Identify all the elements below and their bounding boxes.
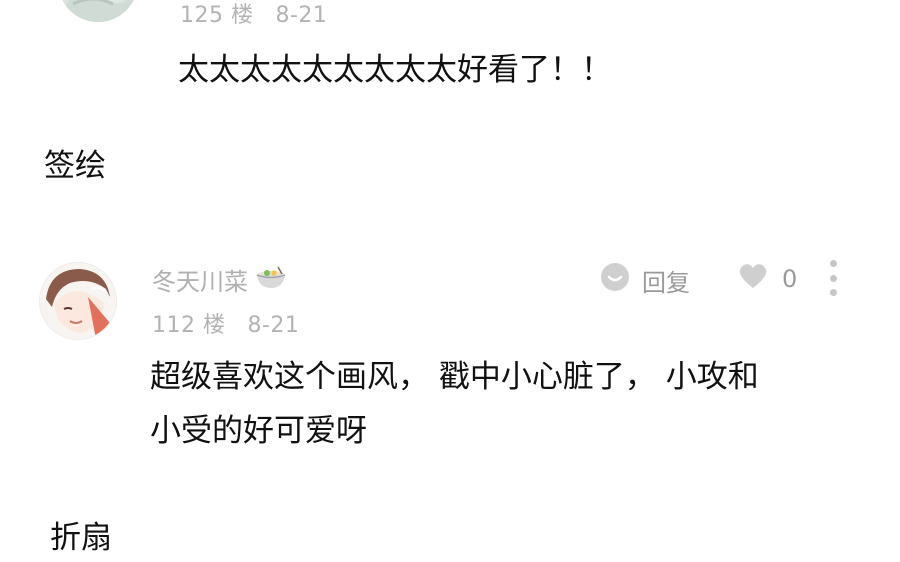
reply-button[interactable]: 回复	[600, 262, 690, 298]
comment-text: 太太太太太太太太太好看了！！	[178, 43, 612, 97]
comment-meta: 112 楼 8-21	[152, 307, 299, 339]
avatar-illustration	[40, 263, 116, 339]
comment-avatar[interactable]	[40, 263, 116, 339]
comment-avatar[interactable]	[58, 0, 138, 22]
comment-text-line: 太太太太太太太太太好看了！！	[178, 52, 612, 88]
comment-meta: 125 楼 8-21	[180, 0, 327, 29]
reply-bubble-icon	[600, 262, 630, 298]
avatar-illustration	[58, 0, 138, 22]
like-count: 0	[782, 265, 798, 293]
username-text: 冬天川菜	[152, 268, 248, 296]
heart-icon	[738, 262, 768, 296]
section-label[interactable]: 签绘	[44, 140, 106, 185]
floor-number: 112 楼	[152, 313, 226, 338]
floor-number: 125 楼	[180, 3, 254, 28]
comment-date: 8-21	[275, 3, 328, 28]
comment-text-line: 超级喜欢这个画风， 戳中小心脏了， 小攻和	[150, 359, 759, 395]
noodle-bowl-icon	[254, 264, 288, 296]
more-vertical-icon[interactable]	[826, 260, 840, 296]
comment-date: 8-21	[247, 313, 300, 338]
section-label[interactable]: 折扇	[50, 512, 112, 557]
comment-username[interactable]: 冬天川菜	[152, 262, 288, 297]
comment-text: 超级喜欢这个画风， 戳中小心脏了， 小攻和 小受的好可爱呀	[150, 350, 759, 458]
comment-text-line: 小受的好可爱呀	[150, 413, 367, 449]
like-button[interactable]: 0	[738, 262, 797, 296]
reply-label: 回复	[642, 268, 690, 297]
